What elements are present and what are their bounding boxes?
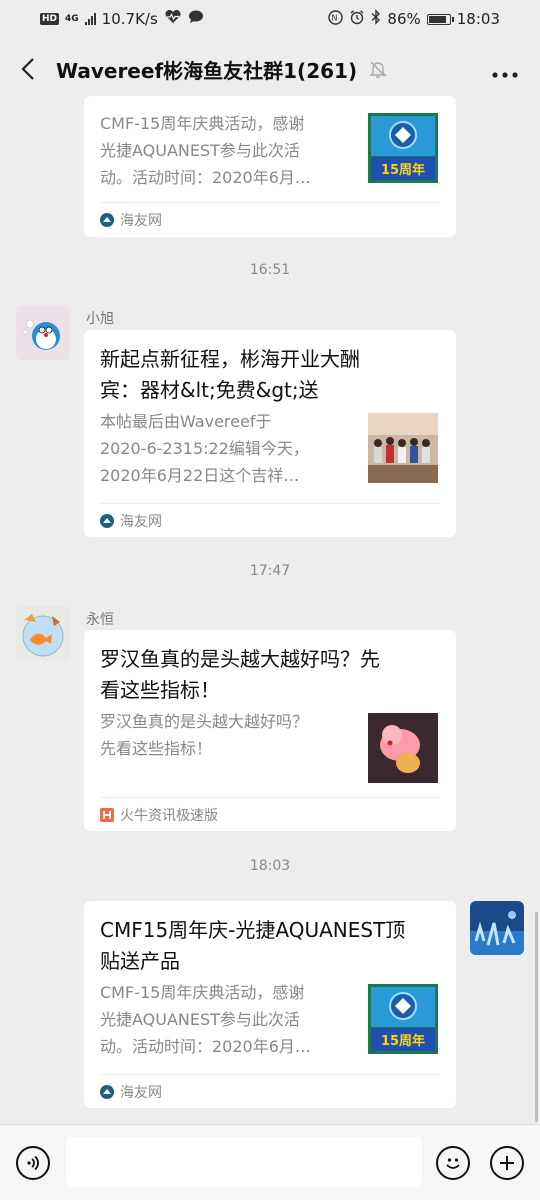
alarm-icon [349,9,365,29]
more-icon [492,72,518,78]
link-card[interactable]: 新起点新征程，彬海开业大酬 宾：器材&lt;免费&gt;送 本帖最后由Waver… [84,330,456,537]
card-title: 罗汉鱼真的是头越大越好吗？先 看这些指标！ [100,644,440,706]
card-title-line: 罗汉鱼真的是头越大越好吗？先 [100,647,380,671]
card-description-line: 罗汉鱼真的是头越大越好吗？ [100,712,309,731]
card-description-line: 动。活动时间：2020年6月… [100,168,311,187]
emoji-button[interactable] [436,1146,470,1180]
card-description-line: CMF-15周年庆典活动，感谢 [100,983,305,1002]
plus-icon [500,1156,514,1170]
card-title-line: CMF15周年庆-光捷AQUANEST顶 [100,918,406,942]
card-title-line: 新起点新征程，彬海开业大酬 [100,347,360,371]
link-card[interactable]: CMF15周年庆-光捷AQUANEST顶 贴送产品 CMF-15周年庆典活动，感… [84,901,456,1108]
timestamp: 17:47 [249,563,291,579]
card-source: 火牛资讯极速版 [100,797,440,832]
card-description-line: 2020-6-2315:22编辑今天， [100,439,309,458]
huoniu-logo-icon [100,808,114,822]
more-button[interactable] [492,56,518,84]
scrollbar[interactable] [535,912,538,1122]
battery-percent: 86% [387,10,421,28]
signal-icon [84,13,96,25]
heart-rate-icon [164,9,182,28]
card-source: 海友网 [100,503,440,538]
input-bar [0,1124,540,1200]
link-card[interactable]: CMF-15周年庆典活动，感谢 光捷AQUANEST参与此次活 动。活动时间：2… [84,96,456,237]
goldfish-bowl-avatar-image [16,606,70,660]
card-description: CMF-15周年庆典活动，感谢 光捷AQUANEST参与此次活 动。活动时间：2… [100,979,348,1060]
chevron-left-icon [21,58,34,80]
my-avatar[interactable] [470,901,524,955]
anniversary-logo-image: 15周年 [368,984,438,1054]
card-title-line: 看这些指标！ [100,678,220,702]
card-title-line: 宾：器材&lt;免费&gt;送 [100,378,319,402]
card-title: 新起点新征程，彬海开业大酬 宾：器材&lt;免费&gt;送 [100,344,440,406]
clock: 18:03 [456,10,500,28]
card-thumbnail: 15周年 [368,984,438,1054]
add-button[interactable] [490,1146,524,1180]
card-description-line: 先看这些指标！ [100,739,213,758]
haiyou-logo-icon [100,1085,114,1099]
avatar[interactable] [16,606,70,660]
chat-notification-icon [188,10,204,28]
battery-icon [426,13,454,25]
reef-tank-avatar-image [470,901,524,955]
card-description-line: 光捷AQUANEST参与此次活 [100,1010,300,1029]
avatar[interactable] [16,306,70,360]
source-name: 海友网 [120,1085,162,1101]
card-description-line: 2020年6月22日这个吉祥… [100,466,300,485]
source-name: 海友网 [120,213,162,229]
card-source: 海友网 [100,202,440,237]
card-thumbnail: 15周年 [368,113,438,183]
card-title-line: 贴送产品 [100,949,180,973]
voice-icon [27,1155,39,1171]
sender-name: 小旭 [86,311,114,327]
source-name: 海友网 [120,514,162,530]
card-description: 罗汉鱼真的是头越大越好吗？ 先看这些指标！ [100,708,348,762]
card-description-line: 动。活动时间：2020年6月… [100,1037,311,1056]
doraemon-avatar-image [16,306,70,360]
bell-off-icon [367,58,389,80]
card-description: 本帖最后由Wavereef于 2020-6-2315:22编辑今天， 2020年… [100,408,348,489]
network-type: 4G [65,14,79,24]
thumb-label: 15周年 [381,162,425,178]
network-speed: 10.7K/s [101,10,158,28]
haiyou-logo-icon [100,213,114,227]
back-button[interactable] [0,38,56,100]
thumb-label: 15周年 [381,1033,425,1049]
card-description: CMF-15周年庆典活动，感谢 光捷AQUANEST参与此次活 动。活动时间：2… [100,110,348,191]
card-thumbnail [368,713,438,783]
card-thumbnail [368,413,438,483]
status-bar: HD 4G 10.7K/s N 86% 18:03 [0,0,540,38]
nfc-icon: N [328,9,344,29]
voice-button[interactable] [16,1146,50,1180]
hd-badge: HD [40,13,60,25]
card-title: CMF15周年庆-光捷AQUANEST顶 贴送产品 [100,915,440,977]
card-source: 海友网 [100,1074,440,1109]
bluetooth-icon [371,9,381,29]
card-description-line: 本帖最后由Wavereef于 [100,412,272,431]
emoji-icon [446,1158,460,1169]
source-name: 火牛资讯极速版 [120,808,218,824]
link-card[interactable]: 罗汉鱼真的是头越大越好吗？先 看这些指标！ 罗汉鱼真的是头越大越好吗？ 先看这些… [84,630,456,831]
timestamp: 16:51 [249,262,291,278]
chat-header: Wavereef彬海鱼友社群1(261) [0,38,540,100]
message-input[interactable] [66,1137,422,1187]
sender-name: 永恒 [86,612,114,628]
haiyou-logo-icon [100,514,114,528]
svg-text:N: N [332,13,338,22]
anniversary-logo-image: 15周年 [368,113,438,183]
card-description-line: 光捷AQUANEST参与此次活 [100,141,300,160]
chat-title: Wavereef彬海鱼友社群1(261) [56,58,358,83]
flowerhorn-fish-image [368,713,438,783]
timestamp: 18:03 [249,858,291,874]
group-photo-image [368,413,438,483]
card-description-line: CMF-15周年庆典活动，感谢 [100,114,305,133]
